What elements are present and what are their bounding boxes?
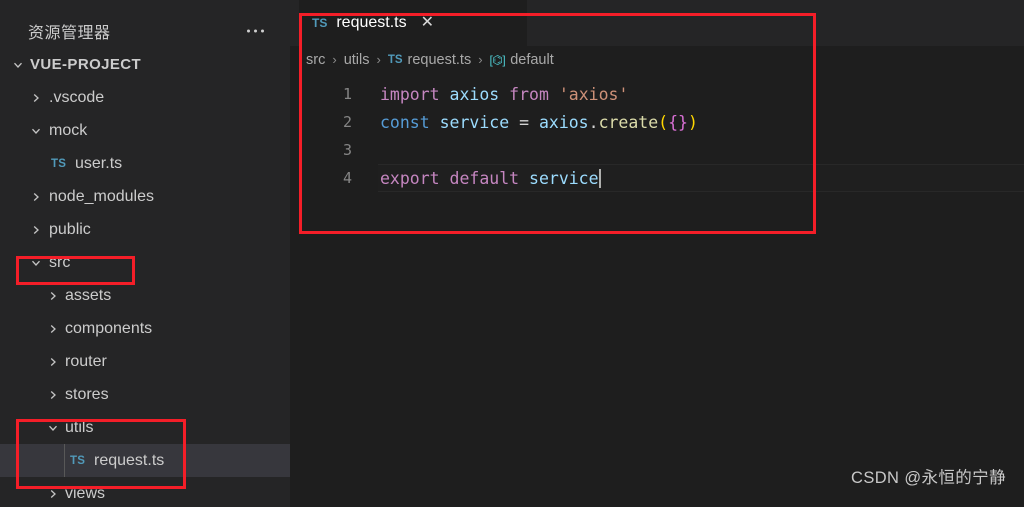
tree-item-label: components <box>65 319 153 337</box>
breadcrumb: src › utils › TS request.ts › [⌬] defaul… <box>290 46 1024 73</box>
tree-item-label: assets <box>65 286 112 304</box>
code-editor[interactable]: 1 import axios from 'axios' 2 const serv… <box>290 80 1024 192</box>
code-text: import axios from 'axios' <box>380 85 628 104</box>
explorer-title: 资源管理器 <box>28 24 111 42</box>
chevron-right-icon: › <box>478 52 483 67</box>
tree-item-label: stores <box>65 385 109 403</box>
token-open-paren: ( <box>658 112 669 132</box>
tree-item-user-ts[interactable]: TS user.ts <box>0 147 290 180</box>
chevron-right-icon[interactable] <box>45 288 61 304</box>
chevron-right-icon[interactable] <box>45 354 61 370</box>
token-service: service <box>519 168 599 188</box>
line-number: 4 <box>342 169 352 187</box>
tree-item-router[interactable]: router <box>0 345 290 378</box>
chevron-right-icon[interactable] <box>28 222 44 238</box>
editor-area: TS request.ts ✕ src › utils › TS request… <box>290 0 1024 507</box>
tree-item-label: mock <box>49 121 88 139</box>
token-const: const <box>380 112 430 132</box>
tree-item-request-ts[interactable]: TS request.ts <box>0 444 290 477</box>
tree-item-label: VUE-PROJECT <box>30 56 142 73</box>
token-service: service <box>429 112 520 132</box>
tree-item-label: user.ts <box>75 154 123 172</box>
tree-item-label: node_modules <box>49 187 154 205</box>
token-close-paren: ) <box>687 112 698 132</box>
explorer-header: 资源管理器 <box>0 13 290 48</box>
file-tree: VUE-PROJECT .vscode mock TS user.ts node_modu… <box>0 48 290 507</box>
code-line-active: 4 export default service <box>290 164 1024 192</box>
editor-tab-bar: TS request.ts ✕ <box>290 0 1024 46</box>
tree-item-views[interactable]: views <box>0 477 290 507</box>
token-create: create <box>598 112 659 132</box>
tree-item-stores[interactable]: stores <box>0 378 290 411</box>
chevron-right-icon[interactable] <box>45 321 61 337</box>
breadcrumb-item-src[interactable]: src <box>306 52 325 68</box>
tab-request-ts[interactable]: TS request.ts ✕ <box>299 0 527 46</box>
breadcrumb-item-utils[interactable]: utils <box>344 52 370 68</box>
line-number: 3 <box>342 141 352 159</box>
token-import: import <box>380 84 440 104</box>
line-number: 1 <box>342 85 352 103</box>
tree-item-label: utils <box>65 418 94 436</box>
typescript-file-icon: TS <box>312 16 328 30</box>
code-line: 2 const service = axios.create({}) <box>290 108 1024 136</box>
tab-label: request.ts <box>336 14 407 31</box>
tree-item-label: public <box>49 220 91 238</box>
token-from: from <box>509 84 549 104</box>
tree-item-vue-project[interactable]: VUE-PROJECT <box>0 48 290 81</box>
code-text: const service = axios.create({}) <box>380 113 698 132</box>
tree-item-label: request.ts <box>94 451 165 469</box>
typescript-file-icon: TS <box>387 53 403 66</box>
typescript-file-icon: TS <box>70 454 86 467</box>
code-line: 1 import axios from 'axios' <box>290 80 1024 108</box>
chevron-right-icon: › <box>332 52 337 67</box>
text-cursor <box>598 168 601 188</box>
explorer-sidebar: 资源管理器 VUE-PROJECT .vscode mock TS user.ts nod… <box>0 0 290 507</box>
ellipsis-icon[interactable] <box>247 29 264 32</box>
chevron-down-icon[interactable] <box>45 420 61 436</box>
chevron-right-icon[interactable] <box>45 387 61 403</box>
tree-item-components[interactable]: components <box>0 312 290 345</box>
token-equals: = <box>519 112 530 132</box>
tree-item-assets[interactable]: assets <box>0 279 290 312</box>
token-export-default: export default <box>380 168 520 188</box>
tree-item-mock[interactable]: mock <box>0 114 290 147</box>
close-icon[interactable]: ✕ <box>421 15 434 31</box>
symbol-icon: [⌬] <box>489 52 506 67</box>
breadcrumb-item-file[interactable]: request.ts <box>408 52 472 68</box>
breadcrumb-item-symbol[interactable]: default <box>510 52 554 68</box>
chevron-down-icon[interactable] <box>28 255 44 271</box>
token-axios: axios <box>529 112 589 132</box>
typescript-file-icon: TS <box>51 157 67 170</box>
tree-item-label: .vscode <box>49 88 105 106</box>
token-close-brace: } <box>678 112 688 132</box>
line-number: 2 <box>342 113 352 131</box>
chevron-down-icon[interactable] <box>28 123 44 139</box>
tree-item--vscode[interactable]: .vscode <box>0 81 290 114</box>
watermark: CSDN @永恒的宁静 <box>851 469 1006 487</box>
chevron-right-icon[interactable] <box>28 90 44 106</box>
tree-item-label: src <box>49 253 71 271</box>
tree-item-node-modules[interactable]: node_modules <box>0 180 290 213</box>
code-text: export default service <box>380 168 601 188</box>
tree-item-label: router <box>65 352 107 370</box>
chevron-right-icon[interactable] <box>45 486 61 502</box>
chevron-right-icon: › <box>376 52 381 67</box>
token-dot: . <box>588 112 599 132</box>
vscode-window: 资源管理器 VUE-PROJECT .vscode mock TS user.ts nod… <box>0 0 1024 507</box>
chevron-down-icon[interactable] <box>10 57 26 73</box>
tree-item-label: views <box>65 484 106 502</box>
tree-item-utils[interactable]: utils <box>0 411 290 444</box>
chevron-right-icon[interactable] <box>28 189 44 205</box>
token-axios: axios <box>439 84 510 104</box>
code-line: 3 <box>290 136 1024 164</box>
token-open-brace: { <box>668 112 679 132</box>
indent-guide <box>64 444 65 477</box>
token-module-string: 'axios' <box>548 84 629 104</box>
tree-item-public[interactable]: public <box>0 213 290 246</box>
tree-item-src[interactable]: src <box>0 246 290 279</box>
